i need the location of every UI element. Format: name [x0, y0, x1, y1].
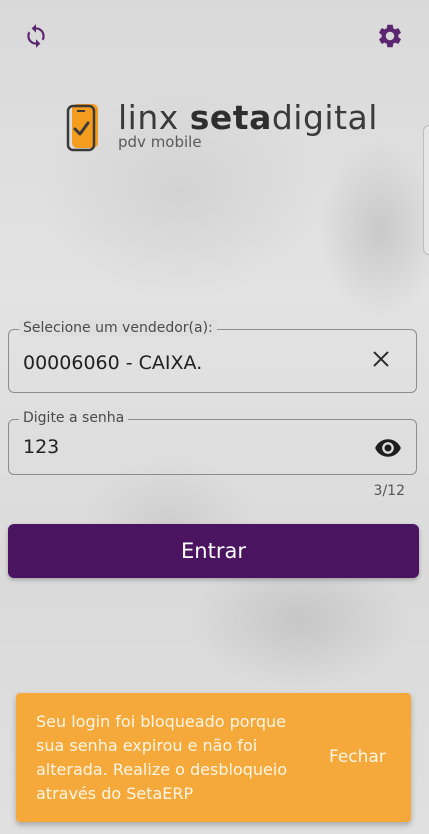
- snackbar-message: Seu login foi bloqueado porque sua senha…: [36, 712, 288, 803]
- side-drawer-handle[interactable]: [423, 125, 429, 255]
- enter-button[interactable]: Entrar: [8, 524, 419, 578]
- error-snackbar: Seu login foi bloqueado porque sua senha…: [16, 693, 411, 822]
- logo-subtitle: pdv mobile: [118, 133, 202, 151]
- vendor-label: Selecione um vendedor(a):: [19, 320, 217, 336]
- password-value[interactable]: 123: [23, 436, 59, 458]
- refresh-icon: [27, 24, 45, 48]
- password-label: Digite a senha: [19, 410, 129, 426]
- snackbar-close-button[interactable]: Fechar: [329, 747, 386, 767]
- refresh-button[interactable]: [20, 20, 52, 52]
- password-char-counter: 3/12: [373, 483, 405, 499]
- eye-icon[interactable]: [374, 434, 402, 462]
- vendor-value: 00006060 - CAIXA.: [23, 352, 203, 374]
- gear-icon: [379, 24, 401, 48]
- password-field[interactable]: Digite a senha 123: [8, 410, 417, 475]
- logo-brand: linx setadigital: [118, 98, 378, 137]
- phone-check-icon: [66, 104, 98, 152]
- settings-button[interactable]: [374, 20, 406, 52]
- app-logo: linx setadigital pdv mobile: [66, 98, 377, 154]
- vendor-select[interactable]: Selecione um vendedor(a): 00006060 - CAI…: [8, 320, 417, 393]
- clear-icon[interactable]: [370, 348, 392, 370]
